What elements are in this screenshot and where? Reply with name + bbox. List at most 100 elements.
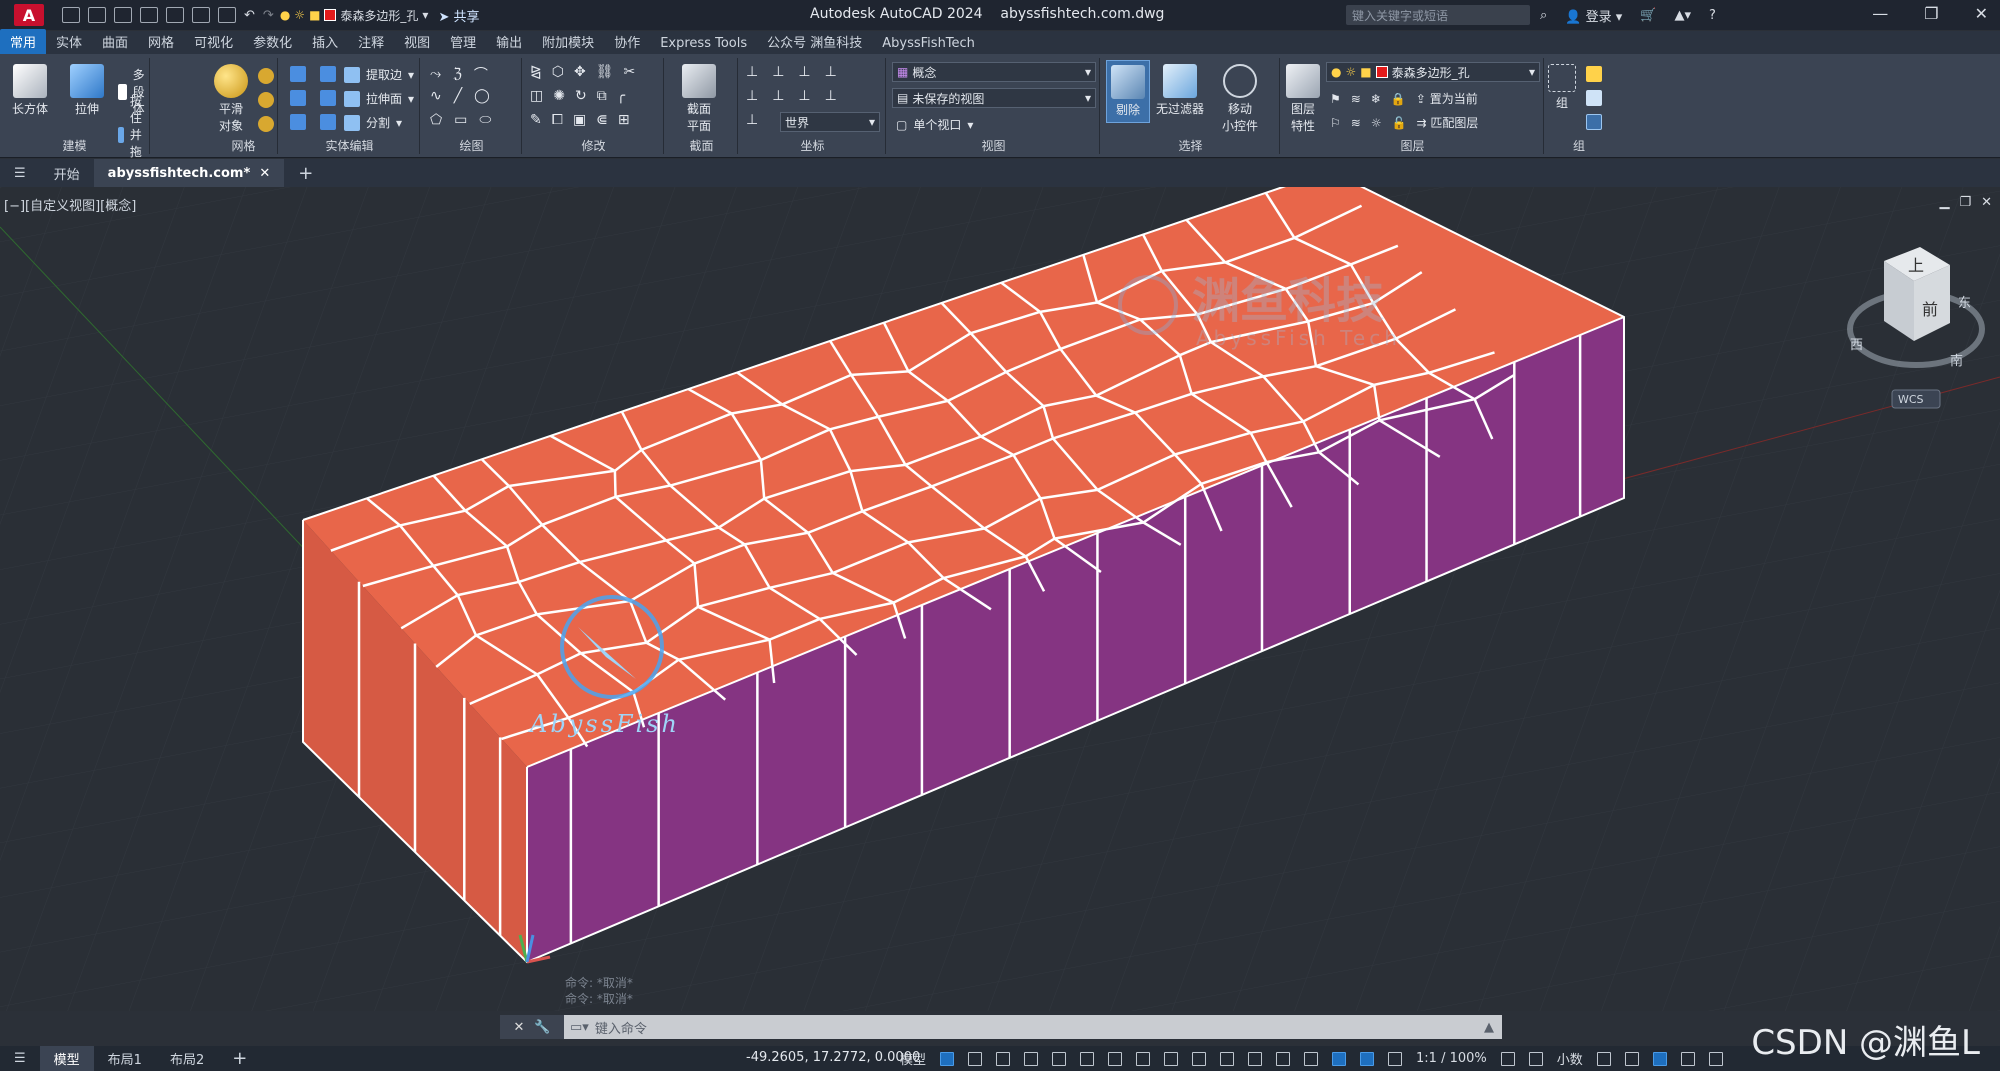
extrude-faces-button[interactable]: 拉伸面 ▾ (344, 90, 414, 107)
rectangle-icon[interactable]: ▭ (454, 112, 467, 128)
autodesk-icon[interactable]: ▲▾ (1674, 8, 1691, 23)
3d-array-icon[interactable]: ✺ (553, 88, 565, 104)
slice-button[interactable] (320, 90, 336, 106)
layer-thaw-icon[interactable]: ☼ (1371, 116, 1382, 130)
plot-icon[interactable] (218, 7, 236, 23)
selection-filter-icon[interactable] (1304, 1051, 1319, 1066)
3d-align-icon[interactable]: ◫ (530, 88, 543, 104)
open-icon[interactable] (88, 7, 106, 23)
ribbon-tab[interactable]: 附加模块 (532, 29, 604, 54)
grid-icon[interactable] (940, 1051, 955, 1066)
ortho-icon[interactable] (1024, 1051, 1039, 1066)
infer-icon[interactable] (996, 1051, 1011, 1066)
layer-unlock-icon[interactable]: 🔓 (1392, 116, 1407, 130)
3d-rotate-icon[interactable]: ⬡ (552, 64, 564, 80)
layer-properties-button[interactable]: 图层 特性 (1286, 64, 1320, 134)
isolate-objects-icon[interactable] (1652, 1051, 1667, 1066)
layer-on-icon[interactable]: ⚐ (1330, 116, 1341, 130)
ribbon-tab[interactable]: 可视化 (184, 29, 243, 54)
lock-ui-icon[interactable] (1624, 1051, 1639, 1066)
ribbon-tab[interactable]: 管理 (440, 29, 486, 54)
tab-layout1[interactable]: 布局1 (94, 1046, 156, 1071)
help-icon[interactable]: ? (1709, 8, 1716, 23)
move-icon[interactable]: ✥ (574, 64, 586, 80)
ribbon-tab[interactable]: 常用 (0, 29, 47, 54)
close-icon[interactable]: ✕ (513, 1020, 524, 1035)
login-button[interactable]: 👤 登录 ▾ (1565, 6, 1622, 25)
ucs-world-icon[interactable]: ⊥ (772, 64, 784, 80)
units-dropdown[interactable]: 小数 (1557, 1049, 1583, 1068)
layer-quick-select[interactable]: ● ☼ ■ 泰森多边形_孔 ▾ (280, 7, 429, 24)
viewport-controls-label[interactable]: [−][自定义视图][概念] (4, 195, 136, 214)
add-layout-icon[interactable]: + (218, 1046, 261, 1071)
ribbon-tab[interactable]: AbyssFishTech (872, 33, 985, 54)
ribbon-tab[interactable]: Express Tools (650, 33, 757, 54)
trim-icon[interactable]: ✂ (623, 64, 635, 80)
web-save-icon[interactable] (192, 7, 210, 23)
gizmo-icon[interactable] (1332, 1051, 1347, 1066)
thicken-button[interactable] (320, 114, 336, 130)
stretch-icon[interactable]: ▣ (573, 112, 586, 128)
mesh-crease-icon[interactable] (258, 92, 274, 108)
smooth-object-button[interactable]: 平滑 对象 (214, 64, 248, 134)
group-select-icon[interactable] (1586, 114, 1602, 130)
transparency-icon[interactable] (1192, 1051, 1207, 1066)
auto-scale-icon[interactable] (1388, 1051, 1403, 1066)
ribbon-tab[interactable]: 协作 (604, 29, 650, 54)
quick-properties-icon[interactable] (1596, 1051, 1611, 1066)
dynamic-ucs-icon[interactable] (1276, 1051, 1291, 1066)
layer-unisolate-icon[interactable]: ≋ (1351, 116, 1361, 130)
layer-isolate-icon[interactable]: ≋ (1351, 92, 1361, 106)
gizmo-button[interactable]: 移动 小控件 (1222, 64, 1258, 134)
ucs-zaxis-icon[interactable]: ⊥ (825, 64, 837, 80)
new-icon[interactable] (62, 7, 80, 23)
plus-icon[interactable] (1528, 1051, 1543, 1066)
ucs-3pt-icon[interactable]: ⊥ (746, 112, 758, 128)
tab-start[interactable]: 开始 (40, 159, 94, 187)
annotation-scale[interactable]: 1:1 / 100% (1416, 1051, 1487, 1066)
polygon-icon[interactable]: ⬠ (430, 112, 442, 128)
undo-icon[interactable]: ↶ (244, 8, 255, 23)
minimize-icon[interactable]: — (1872, 4, 1888, 23)
rotate-icon[interactable]: ↻ (575, 88, 587, 104)
hardware-accel-icon[interactable] (1680, 1051, 1695, 1066)
ungroup-icon[interactable] (1586, 66, 1602, 82)
group-edit-icon[interactable] (1586, 90, 1602, 106)
redo-icon[interactable]: ↷ (263, 8, 274, 23)
annotation-visibility-icon[interactable] (1360, 1051, 1375, 1066)
tab-layout2[interactable]: 布局2 (156, 1046, 218, 1071)
restore-icon[interactable]: ❐ (1924, 4, 1938, 23)
restore-icon[interactable]: ❐ (1959, 195, 1971, 210)
autocad-logo[interactable]: A (14, 4, 44, 26)
ribbon-tab[interactable]: 网格 (138, 29, 184, 54)
separate-button[interactable]: 分割 ▾ (344, 114, 402, 131)
ucs-world-dropdown[interactable]: 世界 ▾ (780, 112, 880, 132)
ucs-x-icon[interactable]: ⊥ (772, 88, 784, 104)
menu-icon[interactable]: ☰ (0, 1046, 40, 1071)
ribbon-tab[interactable]: 公众号 渊鱼科技 (757, 29, 872, 54)
chevron-up-icon[interactable]: ▲ (1484, 1020, 1494, 1035)
coordinate-readout[interactable]: -49.2605, 17.2772, 0.0000 (746, 1050, 920, 1065)
search-icon[interactable]: ⌕ (1540, 8, 1547, 23)
section-plane-button[interactable]: 截面 平面 (682, 64, 716, 134)
clean-screen-icon[interactable] (1708, 1051, 1723, 1066)
culling-button[interactable]: 剔除 (1106, 60, 1150, 123)
ucs-icon[interactable]: ⊥ (746, 64, 758, 80)
line-icon[interactable]: ⤳ (430, 66, 441, 82)
set-current-button[interactable]: ⇪ 置为当前 (1416, 90, 1478, 107)
close-icon[interactable]: ✕ (1975, 4, 1988, 23)
arc-icon[interactable]: ⌒ (474, 64, 488, 84)
spline-icon[interactable]: ∿ (430, 88, 442, 104)
save-icon[interactable] (114, 7, 132, 23)
selection-cycling-icon[interactable] (1220, 1051, 1235, 1066)
isodraft-icon[interactable] (1080, 1051, 1095, 1066)
polar-icon[interactable] (1052, 1051, 1067, 1066)
ellipse-icon[interactable]: ⬭ (479, 112, 491, 128)
share-button[interactable]: ➤ 共享 (438, 6, 479, 25)
command-input[interactable]: 键入命令 (595, 1018, 1484, 1037)
saved-view-dropdown[interactable]: ▤ 未保存的视图 ▾ (892, 88, 1096, 108)
drawing-viewport[interactable]: 渊鱼科技 AbyssFish Tech AbyssFish 上 前 东 西 南 … (0, 187, 2000, 1011)
model-space-button[interactable]: 模型 (900, 1049, 926, 1068)
offset-icon[interactable]: ⋐ (596, 112, 608, 128)
mesh-refine-icon[interactable] (258, 68, 274, 84)
